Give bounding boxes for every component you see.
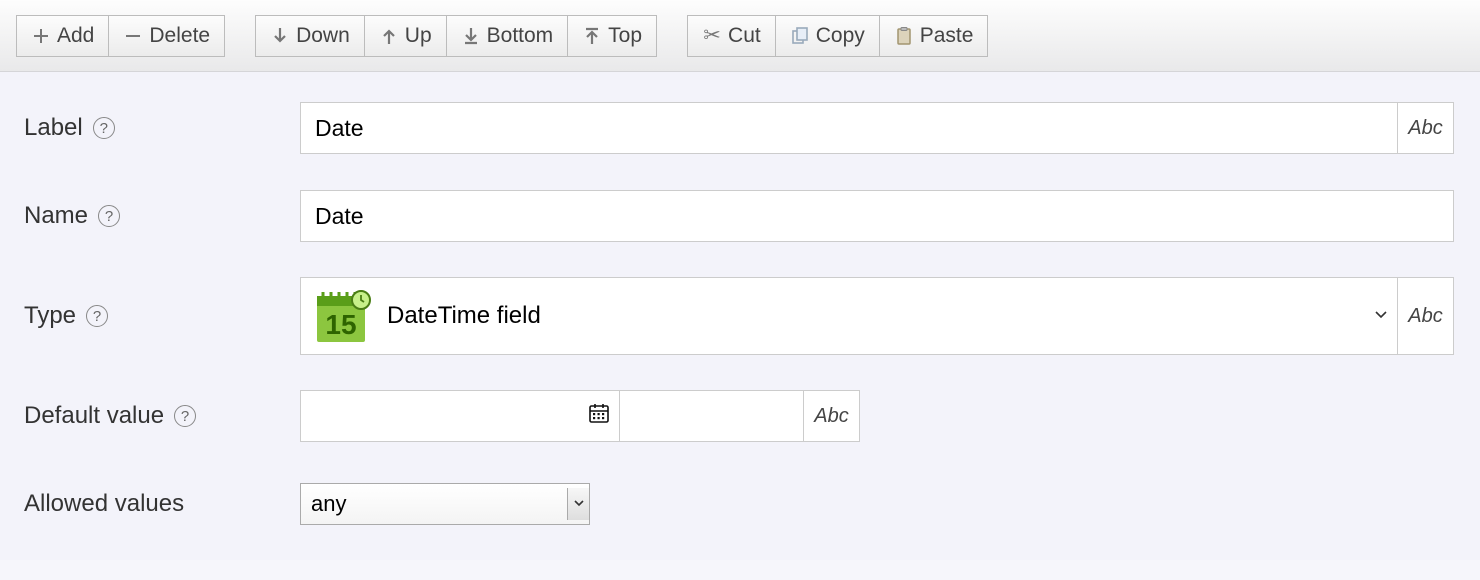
cut-button-label: Cut [728, 24, 761, 48]
down-button[interactable]: Down [255, 15, 365, 57]
paste-icon [894, 26, 914, 46]
field-label-allowed: Allowed values [24, 490, 300, 518]
field-label-name: Name ? [24, 202, 300, 230]
default-time-input[interactable] [620, 390, 804, 442]
row-type: Type ? 15 DateTime field [24, 276, 1456, 356]
label-field-text: Label [24, 114, 83, 142]
toolbar-group-move: Down Up Bottom Top [255, 15, 657, 57]
field-label-label: Label ? [24, 114, 300, 142]
down-button-label: Down [296, 24, 350, 48]
type-field-text: Type [24, 302, 76, 330]
arrow-top-icon [582, 26, 602, 46]
field-label-type: Type ? [24, 302, 300, 330]
calendar-day-text: 15 [325, 309, 356, 340]
copy-button[interactable]: Copy [776, 15, 880, 57]
add-button-label: Add [57, 24, 94, 48]
paste-button[interactable]: Paste [880, 15, 989, 57]
abc-icon: Abc [1408, 305, 1442, 328]
cut-button[interactable]: ✂ Cut [687, 15, 776, 57]
minus-icon [123, 26, 143, 46]
calendar-glyph-icon [589, 403, 609, 429]
row-label: Label ? Abc [24, 100, 1456, 156]
paste-button-label: Paste [920, 24, 974, 48]
default-value-group: Abc [300, 390, 860, 442]
row-default-value: Default value ? Abc [24, 388, 1456, 444]
allowed-values-selected: any [311, 491, 567, 517]
name-input[interactable] [300, 190, 1454, 242]
allowed-values-select[interactable]: any [300, 483, 590, 525]
copy-button-label: Copy [816, 24, 865, 48]
toolbar-group-clipboard: ✂ Cut Copy Paste [687, 15, 988, 57]
allowed-field-text: Allowed values [24, 490, 184, 518]
top-button-label: Top [608, 24, 642, 48]
toolbar-group-crud: Add Delete [16, 15, 225, 57]
chevron-down-icon [1375, 307, 1387, 325]
chevron-down-icon [567, 488, 589, 520]
label-input[interactable] [300, 102, 1398, 154]
add-button[interactable]: Add [16, 15, 109, 57]
form-area: Label ? Abc Name ? Type ? [0, 72, 1480, 560]
copy-icon [790, 26, 810, 46]
help-icon[interactable]: ? [98, 205, 120, 227]
arrow-up-icon [379, 26, 399, 46]
bottom-button[interactable]: Bottom [447, 15, 569, 57]
up-button[interactable]: Up [365, 15, 447, 57]
toolbar: Add Delete Down Up Bottom [0, 0, 1480, 72]
default-date-input[interactable] [300, 390, 620, 442]
label-formula-button[interactable]: Abc [1398, 102, 1454, 154]
delete-button-label: Delete [149, 24, 210, 48]
arrow-down-icon [270, 26, 290, 46]
type-value: DateTime field [387, 302, 541, 330]
help-icon[interactable]: ? [86, 305, 108, 327]
type-formula-button[interactable]: Abc [1398, 277, 1454, 355]
field-label-default: Default value ? [24, 402, 300, 430]
abc-icon: Abc [1408, 117, 1442, 140]
plus-icon [31, 26, 51, 46]
bottom-button-label: Bottom [487, 24, 554, 48]
up-button-label: Up [405, 24, 432, 48]
abc-icon: Abc [814, 405, 848, 428]
row-allowed-values: Allowed values any [24, 476, 1456, 532]
calendar-icon: 15 [311, 288, 371, 344]
default-field-text: Default value [24, 402, 164, 430]
help-icon[interactable]: ? [174, 405, 196, 427]
help-icon[interactable]: ? [93, 117, 115, 139]
top-button[interactable]: Top [568, 15, 657, 57]
default-formula-button[interactable]: Abc [804, 390, 860, 442]
arrow-bottom-icon [461, 26, 481, 46]
name-field-text: Name [24, 202, 88, 230]
scissors-icon: ✂ [702, 26, 722, 46]
row-name: Name ? [24, 188, 1456, 244]
delete-button[interactable]: Delete [109, 15, 225, 57]
type-select[interactable]: 15 DateTime field [300, 277, 1398, 355]
